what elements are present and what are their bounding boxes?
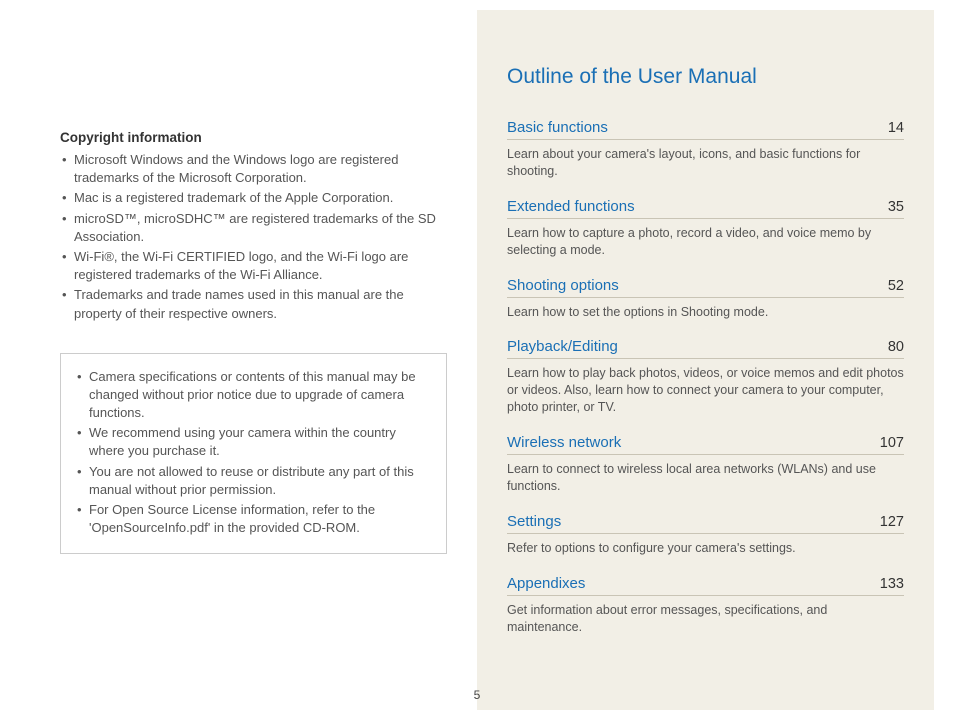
outline-page: 133 — [880, 576, 904, 592]
outline-row: Basic functions 14 — [507, 119, 904, 140]
outline-name: Wireless network — [507, 434, 621, 451]
outline-name: Basic functions — [507, 119, 608, 136]
list-item: Wi-Fi®, the Wi-Fi CERTIFIED logo, and th… — [60, 248, 447, 284]
outline-row: Settings 127 — [507, 513, 904, 534]
outline-item-appendixes: Appendixes 133 Get information about err… — [507, 575, 904, 636]
outline-page: 35 — [888, 199, 904, 215]
outline-item-basic-functions: Basic functions 14 Learn about your came… — [507, 119, 904, 180]
copyright-heading: Copyright information — [60, 130, 447, 145]
list-item: Mac is a registered trademark of the App… — [60, 189, 447, 207]
outline-row: Extended functions 35 — [507, 198, 904, 219]
outline-page: 127 — [880, 514, 904, 530]
outline-item-extended-functions: Extended functions 35 Learn how to captu… — [507, 198, 904, 259]
note-box: Camera specifications or contents of thi… — [60, 353, 447, 555]
outline-name: Appendixes — [507, 575, 585, 592]
outline-desc: Refer to options to configure your camer… — [507, 540, 904, 557]
manual-page: Copyright information Microsoft Windows … — [0, 0, 954, 720]
outline-name: Shooting options — [507, 277, 619, 294]
outline-name: Extended functions — [507, 198, 635, 215]
outline-desc: Get information about error messages, sp… — [507, 602, 904, 636]
list-item: Camera specifications or contents of thi… — [75, 368, 428, 423]
outline-row: Appendixes 133 — [507, 575, 904, 596]
note-list: Camera specifications or contents of thi… — [75, 368, 428, 538]
outline-row: Wireless network 107 — [507, 434, 904, 455]
outline-item-wireless-network: Wireless network 107 Learn to connect to… — [507, 434, 904, 495]
outline-item-playback-editing: Playback/Editing 80 Learn how to play ba… — [507, 338, 904, 416]
list-item: Trademarks and trade names used in this … — [60, 286, 447, 322]
outline-name: Playback/Editing — [507, 338, 618, 355]
left-column: Copyright information Microsoft Windows … — [0, 0, 477, 720]
page-number: 5 — [0, 688, 954, 702]
outline-desc: Learn to connect to wireless local area … — [507, 461, 904, 495]
list-item: microSD™, microSDHC™ are registered trad… — [60, 210, 447, 246]
outline-title: Outline of the User Manual — [507, 65, 904, 89]
list-item: You are not allowed to reuse or distribu… — [75, 463, 428, 499]
outline-item-settings: Settings 127 Refer to options to configu… — [507, 513, 904, 557]
outline-page: 52 — [888, 278, 904, 294]
outline-page: 107 — [880, 435, 904, 451]
copyright-list: Microsoft Windows and the Windows logo a… — [60, 151, 447, 323]
outline-desc: Learn how to set the options in Shooting… — [507, 304, 904, 321]
outline-desc: Learn how to play back photos, videos, o… — [507, 365, 904, 416]
outline-page: 80 — [888, 339, 904, 355]
outline-name: Settings — [507, 513, 561, 530]
outline-desc: Learn about your camera's layout, icons,… — [507, 146, 904, 180]
outline-page: 14 — [888, 120, 904, 136]
outline-row: Playback/Editing 80 — [507, 338, 904, 359]
list-item: Microsoft Windows and the Windows logo a… — [60, 151, 447, 187]
right-column: Outline of the User Manual Basic functio… — [477, 10, 934, 710]
outline-item-shooting-options: Shooting options 52 Learn how to set the… — [507, 277, 904, 321]
outline-row: Shooting options 52 — [507, 277, 904, 298]
list-item: We recommend using your camera within th… — [75, 424, 428, 460]
outline-desc: Learn how to capture a photo, record a v… — [507, 225, 904, 259]
list-item: For Open Source License information, ref… — [75, 501, 428, 537]
